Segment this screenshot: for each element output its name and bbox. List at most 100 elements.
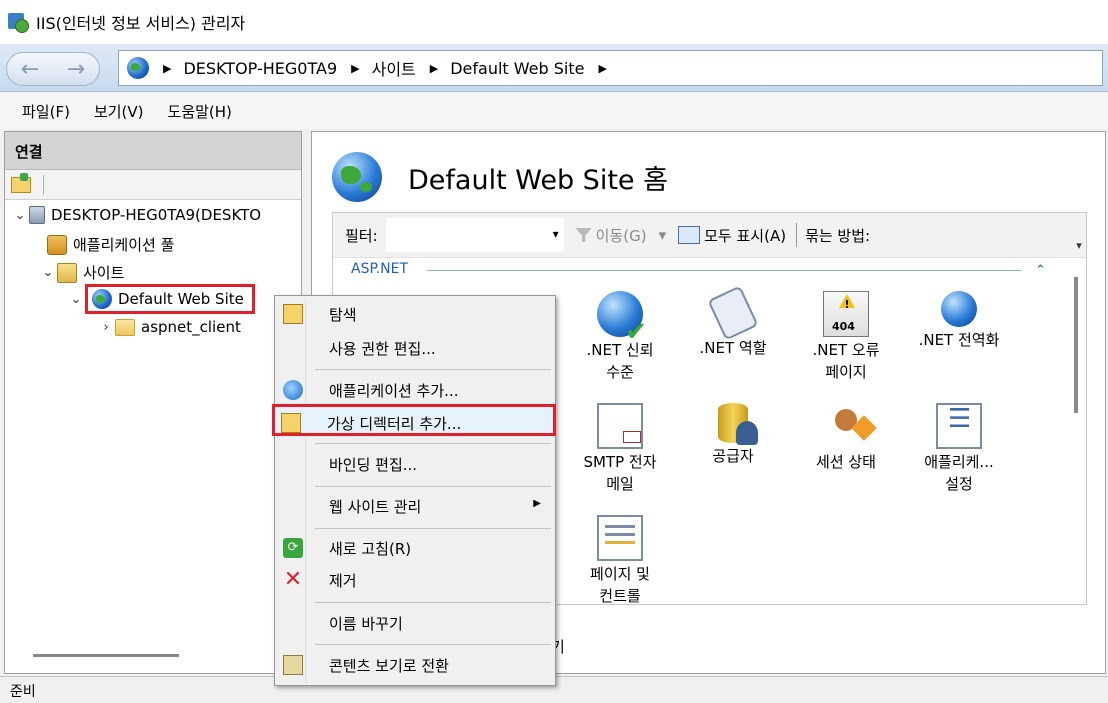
filter-label: 필터: xyxy=(345,226,378,245)
tree-label-server: DESKTOP-HEG0TA9(DESKTO xyxy=(51,206,262,224)
server-icon xyxy=(29,206,45,224)
feature-label: .NET 전역화 xyxy=(918,331,1000,349)
feature-label: 페이지 및 컨트롤 xyxy=(590,565,650,605)
menu-item-add-virtual-directory[interactable]: 가상 디렉터리 추가... xyxy=(272,404,556,436)
menu-separator xyxy=(315,443,551,444)
globe-icon xyxy=(92,289,112,309)
menu-separator xyxy=(315,369,551,370)
breadcrumb-arrow-icon[interactable]: ▶ xyxy=(430,62,438,75)
menu-item-explore[interactable]: 탐색 xyxy=(277,298,553,330)
menu-item-label: 탐색 xyxy=(329,306,357,324)
filter-funnel-icon xyxy=(575,228,592,242)
menu-item-rename[interactable]: 이름 바꾸기 xyxy=(277,607,553,639)
app-pool-icon xyxy=(47,234,67,255)
address-bar[interactable]: ▶ DESKTOP-HEG0TA9 ▶ 사이트 ▶ Default Web Si… xyxy=(118,50,1103,86)
menu-separator xyxy=(315,644,551,645)
feature-smtp-email[interactable]: SMTP 전자 메일 xyxy=(565,403,675,495)
menu-item-remove[interactable]: ✕ 제거 xyxy=(277,564,553,596)
tree-node-sites[interactable]: ⌄ 사이트 xyxy=(39,262,124,283)
folder-icon xyxy=(115,318,135,336)
submenu-arrow-icon: ▶ xyxy=(533,498,541,509)
menu-item-switch-content-view[interactable]: 콘텐츠 보기로 전환 xyxy=(277,649,553,681)
tree-node-aspnet-client[interactable]: › aspnet_client xyxy=(97,318,241,336)
vertical-scrollbar[interactable] xyxy=(1074,277,1078,413)
menu-item-edit-bindings[interactable]: 바인딩 편집... xyxy=(277,448,553,480)
feature-label: SMTP 전자 메일 xyxy=(583,453,657,493)
menu-file[interactable]: 파일(F) xyxy=(10,97,82,126)
feature-trust-level[interactable]: .NET 신뢰 수준 xyxy=(565,291,675,383)
title-bar: IIS(인터넷 정보 서비스) 관리자 xyxy=(0,0,1108,44)
chevron-up-icon[interactable]: ⌃ xyxy=(1035,263,1046,278)
chevron-down-icon[interactable]: ⌄ xyxy=(11,208,29,223)
menu-bar: 파일(F) 보기(V) 도움말(H) xyxy=(0,93,1108,129)
breadcrumb-arrow-icon[interactable]: ▶ xyxy=(163,62,171,75)
sites-icon xyxy=(57,262,77,283)
menu-item-label: 사용 권한 편집... xyxy=(329,340,436,358)
menu-item-add-application[interactable]: 애플리케이션 추가... xyxy=(277,374,553,406)
connections-header: 연결 xyxy=(5,132,301,170)
section-aspnet[interactable]: ASP.NET xyxy=(351,261,408,277)
menu-item-edit-permissions[interactable]: 사용 권한 편집... xyxy=(277,332,553,364)
group-by-label[interactable]: 묶는 방법: xyxy=(805,225,870,246)
feature-app-settings[interactable]: 애플리케... 설정 xyxy=(904,403,1014,495)
show-all-icon xyxy=(678,226,701,244)
scroll-down-icon[interactable]: ▾ xyxy=(1072,239,1086,257)
feature-roles[interactable]: .NET 역할 xyxy=(678,285,788,359)
feature-pages-controls[interactable]: 페이지 및 컨트롤 xyxy=(565,515,675,605)
feature-error-pages[interactable]: .NET 오류 페이지 xyxy=(791,291,901,383)
forward-icon[interactable]: → xyxy=(67,57,85,82)
selected-site-highlight[interactable]: Default Web Site xyxy=(85,284,255,314)
toolbar-separator xyxy=(43,174,44,195)
feature-providers[interactable]: 공급자 xyxy=(678,403,788,467)
show-all-button[interactable]: 모두 표시(A) xyxy=(678,225,786,246)
go-dropdown-icon[interactable]: ▾ xyxy=(659,226,667,244)
connections-pane: 연결 ⌄ DESKTOP-HEG0TA9(DESKTO 애플리케이션 풀 ⌄ 사… xyxy=(4,131,302,674)
tree-label-app-pools: 애플리케이션 풀 xyxy=(73,236,175,254)
menu-item-manage-website[interactable]: 웹 사이트 관리 ▶ xyxy=(277,490,553,522)
menu-item-label: 웹 사이트 관리 xyxy=(329,498,422,516)
trust-level-icon xyxy=(597,291,647,343)
breadcrumb-arrow-icon[interactable]: ▶ xyxy=(598,62,606,75)
back-icon[interactable]: ← xyxy=(21,57,39,82)
error-pages-icon xyxy=(823,291,869,338)
feature-session-state[interactable]: 세션 상태 xyxy=(791,403,901,473)
filter-input[interactable] xyxy=(385,218,564,252)
menu-item-refresh[interactable]: ⟳ 새로 고침(R) xyxy=(277,532,553,564)
go-button[interactable]: 이동(G) xyxy=(575,225,647,246)
breadcrumb-sites[interactable]: 사이트 xyxy=(372,56,416,80)
menu-help[interactable]: 도움말(H) xyxy=(156,97,244,126)
horizontal-scrollbar[interactable] xyxy=(33,654,179,657)
feature-label: .NET 오류 페이지 xyxy=(812,341,880,381)
add-application-icon xyxy=(283,380,303,400)
menu-item-label: 바인딩 편집... xyxy=(329,456,418,474)
filter-bar: 필터: 이동(G) ▾ 모두 표시(A) 묶는 방법: xyxy=(333,213,1086,258)
chevron-right-icon[interactable]: › xyxy=(97,320,115,335)
explore-icon xyxy=(283,304,303,324)
connections-tree: ⌄ DESKTOP-HEG0TA9(DESKTO 애플리케이션 풀 ⌄ 사이트 … xyxy=(5,200,301,620)
feature-label: 공급자 xyxy=(712,447,754,465)
chevron-down-icon[interactable]: ⌄ xyxy=(39,265,57,280)
breadcrumb-site[interactable]: Default Web Site xyxy=(450,59,584,78)
feature-label: 애플리케... 설정 xyxy=(924,453,994,493)
smtp-email-icon xyxy=(597,403,643,449)
breadcrumb-server[interactable]: DESKTOP-HEG0TA9 xyxy=(183,59,337,78)
chevron-down-icon[interactable]: ⌄ xyxy=(67,292,85,307)
tree-node-server[interactable]: ⌄ DESKTOP-HEG0TA9(DESKTO xyxy=(11,206,261,224)
menu-view[interactable]: 보기(V) xyxy=(82,97,156,126)
show-all-label: 모두 표시(A) xyxy=(704,226,787,245)
tree-label-child: aspnet_client xyxy=(141,318,241,336)
menu-separator xyxy=(315,602,551,603)
tree-node-default-web-site[interactable]: ⌄ Default Web Site xyxy=(67,284,255,314)
section-divider xyxy=(427,270,1022,271)
navigation-bar: ← → ▶ DESKTOP-HEG0TA9 ▶ 사이트 ▶ Default We… xyxy=(0,44,1108,92)
feature-label: 세션 상태 xyxy=(816,453,876,471)
connect-icon[interactable] xyxy=(11,172,31,193)
context-menu: 탐색 사용 권한 편집... 애플리케이션 추가... 가상 디렉터리 추가..… xyxy=(272,295,556,686)
nav-buttons: ← → xyxy=(6,52,100,86)
menu-item-label: 제거 xyxy=(329,572,357,590)
breadcrumb-arrow-icon[interactable]: ▶ xyxy=(351,62,359,75)
tree-node-app-pools[interactable]: 애플리케이션 풀 xyxy=(47,234,174,255)
feature-label: .NET 신뢰 수준 xyxy=(586,341,654,381)
remove-icon: ✕ xyxy=(283,567,303,592)
feature-globalization[interactable]: .NET 전역화 xyxy=(904,291,1014,351)
